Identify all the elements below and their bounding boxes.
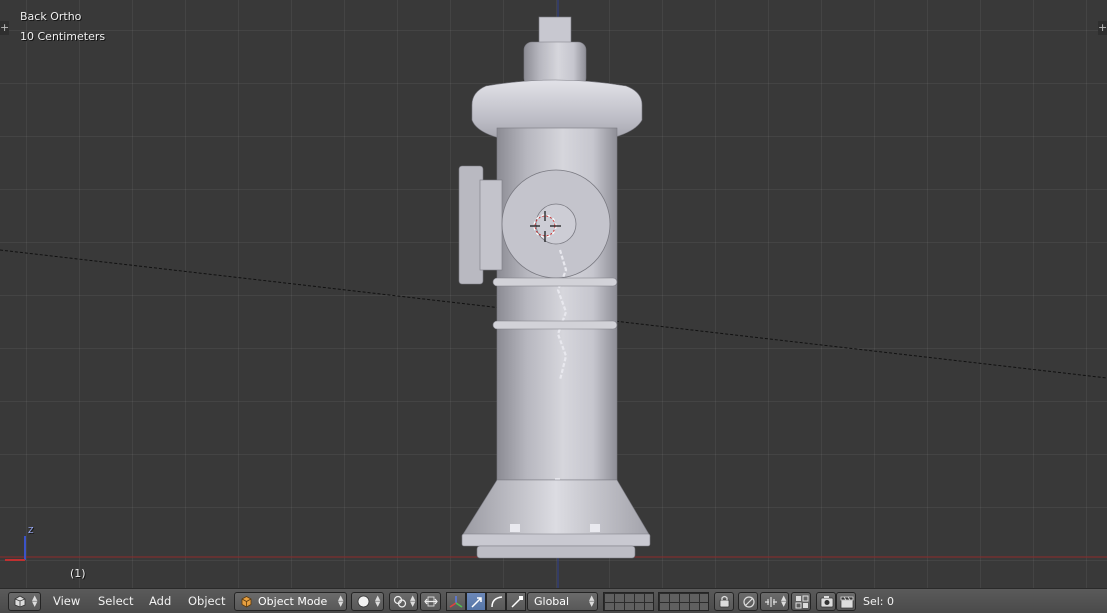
proportional-edit-button[interactable] bbox=[738, 592, 758, 611]
lock-icon bbox=[719, 595, 730, 608]
object-mode-icon bbox=[241, 596, 252, 608]
pivot-point-icon bbox=[393, 595, 407, 608]
editor-type-button[interactable]: ▲ ▼ bbox=[8, 592, 41, 611]
transform-orientation-dropdown[interactable]: Global ▲ ▼ bbox=[527, 592, 598, 611]
region-expand-left-icon[interactable]: + bbox=[0, 21, 9, 35]
frame-number-label: (1) bbox=[70, 567, 86, 580]
chevron-updown-icon: ▲ ▼ bbox=[375, 594, 381, 608]
viewport-shading-icon bbox=[357, 595, 370, 608]
select-menu[interactable]: Select bbox=[98, 593, 133, 610]
layer-grid-2[interactable] bbox=[658, 592, 709, 611]
grid-scale-label: 10 Centimeters bbox=[20, 30, 106, 43]
manipulator-toggle-button[interactable] bbox=[446, 592, 466, 611]
rotate-button[interactable] bbox=[486, 592, 506, 611]
manipulate-center-button[interactable] bbox=[420, 592, 441, 611]
pivot-point-button[interactable]: ▲ ▼ bbox=[389, 592, 418, 611]
translate-button[interactable] bbox=[466, 592, 486, 611]
mode-dropdown[interactable]: Object Mode ▲ ▼ bbox=[234, 592, 347, 611]
scale-icon bbox=[511, 596, 523, 608]
selection-count: Sel: 0 bbox=[863, 595, 895, 608]
hydrant-mesh[interactable] bbox=[458, 16, 651, 559]
chevron-updown-icon: ▲ ▼ bbox=[410, 594, 416, 608]
orientation-label: Global bbox=[534, 595, 570, 608]
snap-icon bbox=[795, 595, 809, 609]
scale-button[interactable] bbox=[506, 592, 526, 611]
chevron-updown-icon: ▲ ▼ bbox=[589, 594, 595, 608]
snap-element-dropdown[interactable]: ▲ ▼ bbox=[760, 592, 789, 611]
transform-gizmo-icon bbox=[449, 596, 463, 608]
view-menu[interactable]: View bbox=[53, 593, 80, 610]
layer-grid-1[interactable] bbox=[603, 592, 654, 611]
axis-gizmo bbox=[5, 536, 26, 561]
proportional-edit-icon bbox=[743, 596, 755, 608]
render-animation-button[interactable] bbox=[836, 592, 856, 611]
rotate-icon bbox=[491, 596, 503, 608]
viewport-header: ▲ ▼ View Select Add Object Object Mode ▲ ▼… bbox=[0, 588, 1107, 613]
region-expand-right-icon[interactable]: + bbox=[1098, 21, 1107, 35]
lock-camera-button[interactable] bbox=[714, 592, 734, 611]
editor-type-icon bbox=[14, 595, 26, 608]
3d-viewport[interactable]: Back Ortho 10 Centimeters (1) Z + + bbox=[0, 0, 1107, 588]
scene-canvas[interactable] bbox=[0, 0, 1107, 588]
chevron-updown-icon: ▲ ▼ bbox=[32, 594, 38, 608]
chevron-updown-icon: ▲ ▼ bbox=[338, 594, 344, 608]
add-menu[interactable]: Add bbox=[149, 593, 171, 610]
render-icon bbox=[820, 596, 834, 608]
snap-target-button[interactable] bbox=[791, 592, 811, 611]
clapper-icon bbox=[840, 596, 854, 609]
chevron-updown-icon: ▲ ▼ bbox=[781, 594, 787, 608]
object-menu[interactable]: Object bbox=[188, 593, 225, 610]
z-axis-label: Z bbox=[28, 526, 34, 535]
viewport-shading-button[interactable]: ▲ ▼ bbox=[351, 592, 384, 611]
manipulator-icon bbox=[424, 596, 438, 607]
translate-icon bbox=[471, 597, 482, 608]
view-name-label: Back Ortho bbox=[20, 10, 82, 23]
snap-element-icon bbox=[765, 597, 777, 607]
mode-label: Object Mode bbox=[258, 595, 328, 608]
render-opengl-button[interactable] bbox=[816, 592, 836, 611]
